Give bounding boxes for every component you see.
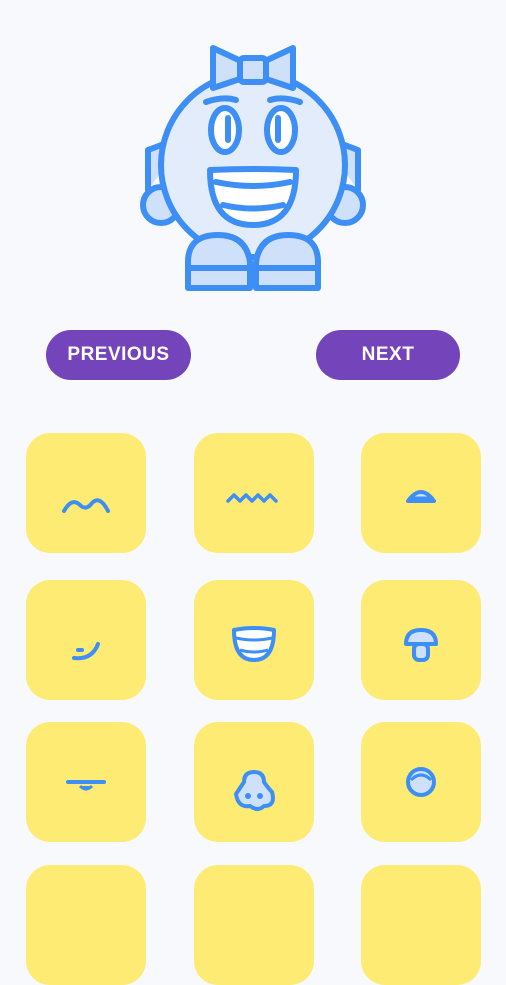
mouth-option-icon (26, 865, 146, 985)
character-icon (140, 45, 366, 291)
mouth-option-icon (194, 865, 314, 985)
mouth-option-tile[interactable] (26, 722, 146, 842)
nose-mouth-icon (234, 770, 275, 811)
mouth-option-tile[interactable] (194, 580, 314, 700)
mouth-option-tile[interactable] (26, 865, 146, 985)
mouth-option-tile[interactable] (194, 865, 314, 985)
mouth-option-tile[interactable] (26, 433, 146, 553)
smirk-mouth-icon (72, 642, 100, 661)
wavy-mouth-icon (62, 498, 110, 513)
next-button[interactable]: NEXT (316, 330, 460, 380)
flat-mouth-icon (66, 780, 106, 791)
previous-button[interactable]: PREVIOUS (46, 330, 191, 380)
mouth-option-tile[interactable] (361, 580, 481, 700)
mouth-option-tile[interactable] (194, 722, 314, 842)
small-frown-mouth-icon (406, 490, 436, 503)
mouth-option-icon (361, 865, 481, 985)
zigzag-mouth-icon (226, 493, 278, 503)
mouth-option-tile[interactable] (26, 580, 146, 700)
mouth-option-tile[interactable] (361, 722, 481, 842)
mouth-option-tile[interactable] (361, 433, 481, 553)
round-open-mouth-icon (406, 767, 436, 797)
big-grin-mouth-icon (232, 626, 276, 662)
character-preview (128, 40, 378, 295)
mushroom-mouth-icon (404, 628, 438, 662)
mouth-option-tile[interactable] (194, 433, 314, 553)
mouth-option-tile[interactable] (361, 865, 481, 985)
